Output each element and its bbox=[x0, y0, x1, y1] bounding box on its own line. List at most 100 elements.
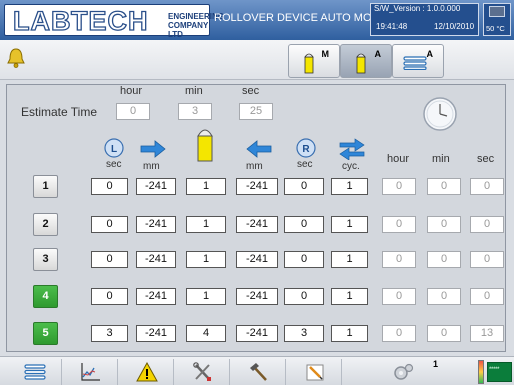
row-select-button[interactable]: 4 bbox=[33, 285, 58, 308]
elapsed-hour-field: 0 bbox=[382, 178, 416, 195]
hammer-icon bbox=[250, 363, 267, 381]
cylinder-field[interactable]: 1 bbox=[186, 288, 226, 305]
cycles-field[interactable]: 1 bbox=[331, 216, 368, 233]
mode-list-button[interactable]: A bbox=[392, 44, 444, 78]
col-label-hour: hour bbox=[387, 153, 410, 165]
elapsed-sec-field: 13 bbox=[470, 325, 504, 342]
estimate-hour-field: 0 bbox=[116, 103, 150, 120]
logo-tech: TECH bbox=[70, 5, 149, 36]
estimate-time-label: Estimate Time bbox=[21, 105, 98, 119]
elapsed-min-field: 0 bbox=[427, 325, 461, 342]
estimate-sec-field: 25 bbox=[239, 103, 273, 120]
cylinder-icon bbox=[197, 129, 213, 162]
software-version: S/W_Version : 1.0.0.000 bbox=[374, 4, 461, 13]
estimate-hour-label: hour bbox=[120, 85, 143, 97]
estimate-sec-label: sec bbox=[242, 85, 260, 97]
cylinder-field[interactable]: 1 bbox=[186, 216, 226, 233]
elapsed-min-field: 0 bbox=[427, 288, 461, 305]
left-delay-field[interactable]: 0 bbox=[91, 216, 128, 233]
cycles-field[interactable]: 1 bbox=[331, 178, 368, 195]
right-position-field[interactable]: -241 bbox=[136, 325, 176, 342]
cycles-field[interactable]: 1 bbox=[331, 288, 368, 305]
logo-subtitle: ENGINEERING COMPANY LTD bbox=[168, 12, 225, 39]
elapsed-min-field: 0 bbox=[427, 216, 461, 233]
left-delay-field[interactable]: 0 bbox=[91, 251, 128, 268]
right-delay-field[interactable]: 0 bbox=[284, 251, 324, 268]
logo-lab: LAB bbox=[12, 5, 72, 36]
right-timer-icon: R bbox=[296, 138, 316, 158]
led-display-text: ***** bbox=[489, 367, 500, 373]
chart-icon bbox=[81, 363, 100, 381]
elapsed-hour-field: 0 bbox=[382, 288, 416, 305]
elapsed-min-field: 0 bbox=[427, 178, 461, 195]
clock-date: 12/10/2010 bbox=[434, 22, 475, 31]
left-position-field[interactable]: -241 bbox=[236, 216, 278, 233]
col-label-min: min bbox=[432, 153, 450, 165]
mode-auto-button[interactable]: A bbox=[340, 44, 392, 78]
menu-icon bbox=[24, 364, 46, 380]
cylinder-icon bbox=[304, 53, 314, 74]
cylinder-field[interactable]: 1 bbox=[186, 178, 226, 195]
menu-button[interactable] bbox=[6, 359, 62, 385]
mode-manual-button[interactable]: M bbox=[288, 44, 340, 78]
screen-title: ROLLOVER DEVICE AUTO MODE bbox=[214, 12, 387, 24]
svg-text:R: R bbox=[302, 144, 310, 155]
svg-text:L: L bbox=[111, 144, 117, 155]
left-delay-field[interactable]: 3 bbox=[91, 325, 128, 342]
elapsed-hour-field: 0 bbox=[382, 251, 416, 268]
right-position-field[interactable]: -241 bbox=[136, 251, 176, 268]
cylinder-field[interactable]: 4 bbox=[186, 325, 226, 342]
cylinder-icon bbox=[356, 53, 366, 74]
chart-button[interactable] bbox=[62, 359, 118, 385]
col-label-mm-right: mm bbox=[143, 161, 160, 172]
clock-icon bbox=[423, 97, 457, 131]
signal-indicator-icon bbox=[478, 360, 484, 384]
right-position-field[interactable]: -241 bbox=[136, 216, 176, 233]
left-position-field[interactable]: -241 bbox=[236, 288, 278, 305]
temperature-readout: 50 °C bbox=[486, 24, 505, 33]
list-icon bbox=[403, 56, 427, 70]
left-position-field[interactable]: -241 bbox=[236, 178, 278, 195]
cycles-field[interactable]: 1 bbox=[331, 251, 368, 268]
left-delay-field[interactable]: 0 bbox=[91, 288, 128, 305]
elapsed-hour-field: 0 bbox=[382, 216, 416, 233]
col-label-cycles: cyc. bbox=[342, 161, 360, 172]
row-select-button[interactable]: 5 bbox=[33, 322, 58, 345]
left-position-field[interactable]: -241 bbox=[236, 325, 278, 342]
left-timer-icon: L bbox=[104, 138, 124, 158]
right-position-field[interactable]: -241 bbox=[136, 288, 176, 305]
right-position-field[interactable]: -241 bbox=[136, 178, 176, 195]
col-label-sec: sec bbox=[477, 153, 495, 165]
edit-button[interactable] bbox=[286, 359, 342, 385]
gear-count-badge: 1 bbox=[433, 359, 439, 369]
company-logo: LAB TECH ENGINEERING COMPANY LTD bbox=[4, 4, 225, 39]
mode-label: M bbox=[321, 49, 330, 59]
gear-icon bbox=[394, 363, 414, 380]
row-select-button[interactable]: 3 bbox=[33, 248, 58, 271]
row-select-button[interactable]: 1 bbox=[33, 175, 58, 198]
left-delay-field[interactable]: 0 bbox=[91, 178, 128, 195]
tools-button[interactable] bbox=[174, 359, 230, 385]
left-position-field[interactable]: -241 bbox=[236, 251, 278, 268]
right-delay-field[interactable]: 3 bbox=[284, 325, 324, 342]
bell-icon[interactable] bbox=[7, 47, 25, 69]
arrow-right-icon bbox=[140, 140, 166, 158]
right-delay-field[interactable]: 0 bbox=[284, 288, 324, 305]
elapsed-min-field: 0 bbox=[427, 251, 461, 268]
right-delay-field[interactable]: 0 bbox=[284, 216, 324, 233]
cylinder-field[interactable]: 1 bbox=[186, 251, 226, 268]
alarm-button[interactable] bbox=[118, 359, 174, 385]
cycles-field[interactable]: 1 bbox=[331, 325, 368, 342]
elapsed-sec-field: 0 bbox=[470, 216, 504, 233]
hammer-button[interactable] bbox=[230, 359, 286, 385]
pencil-icon bbox=[306, 364, 324, 381]
clock-time: 19:41:48 bbox=[376, 22, 408, 31]
estimate-min-field: 3 bbox=[178, 103, 212, 120]
settings-button[interactable] bbox=[342, 359, 472, 385]
col-label-sec-left: sec bbox=[106, 159, 122, 170]
mode-label: A bbox=[426, 49, 434, 59]
right-delay-field[interactable]: 0 bbox=[284, 178, 324, 195]
row-select-button[interactable]: 2 bbox=[33, 213, 58, 236]
arrow-left-icon bbox=[246, 140, 272, 158]
tools-icon bbox=[193, 362, 211, 381]
